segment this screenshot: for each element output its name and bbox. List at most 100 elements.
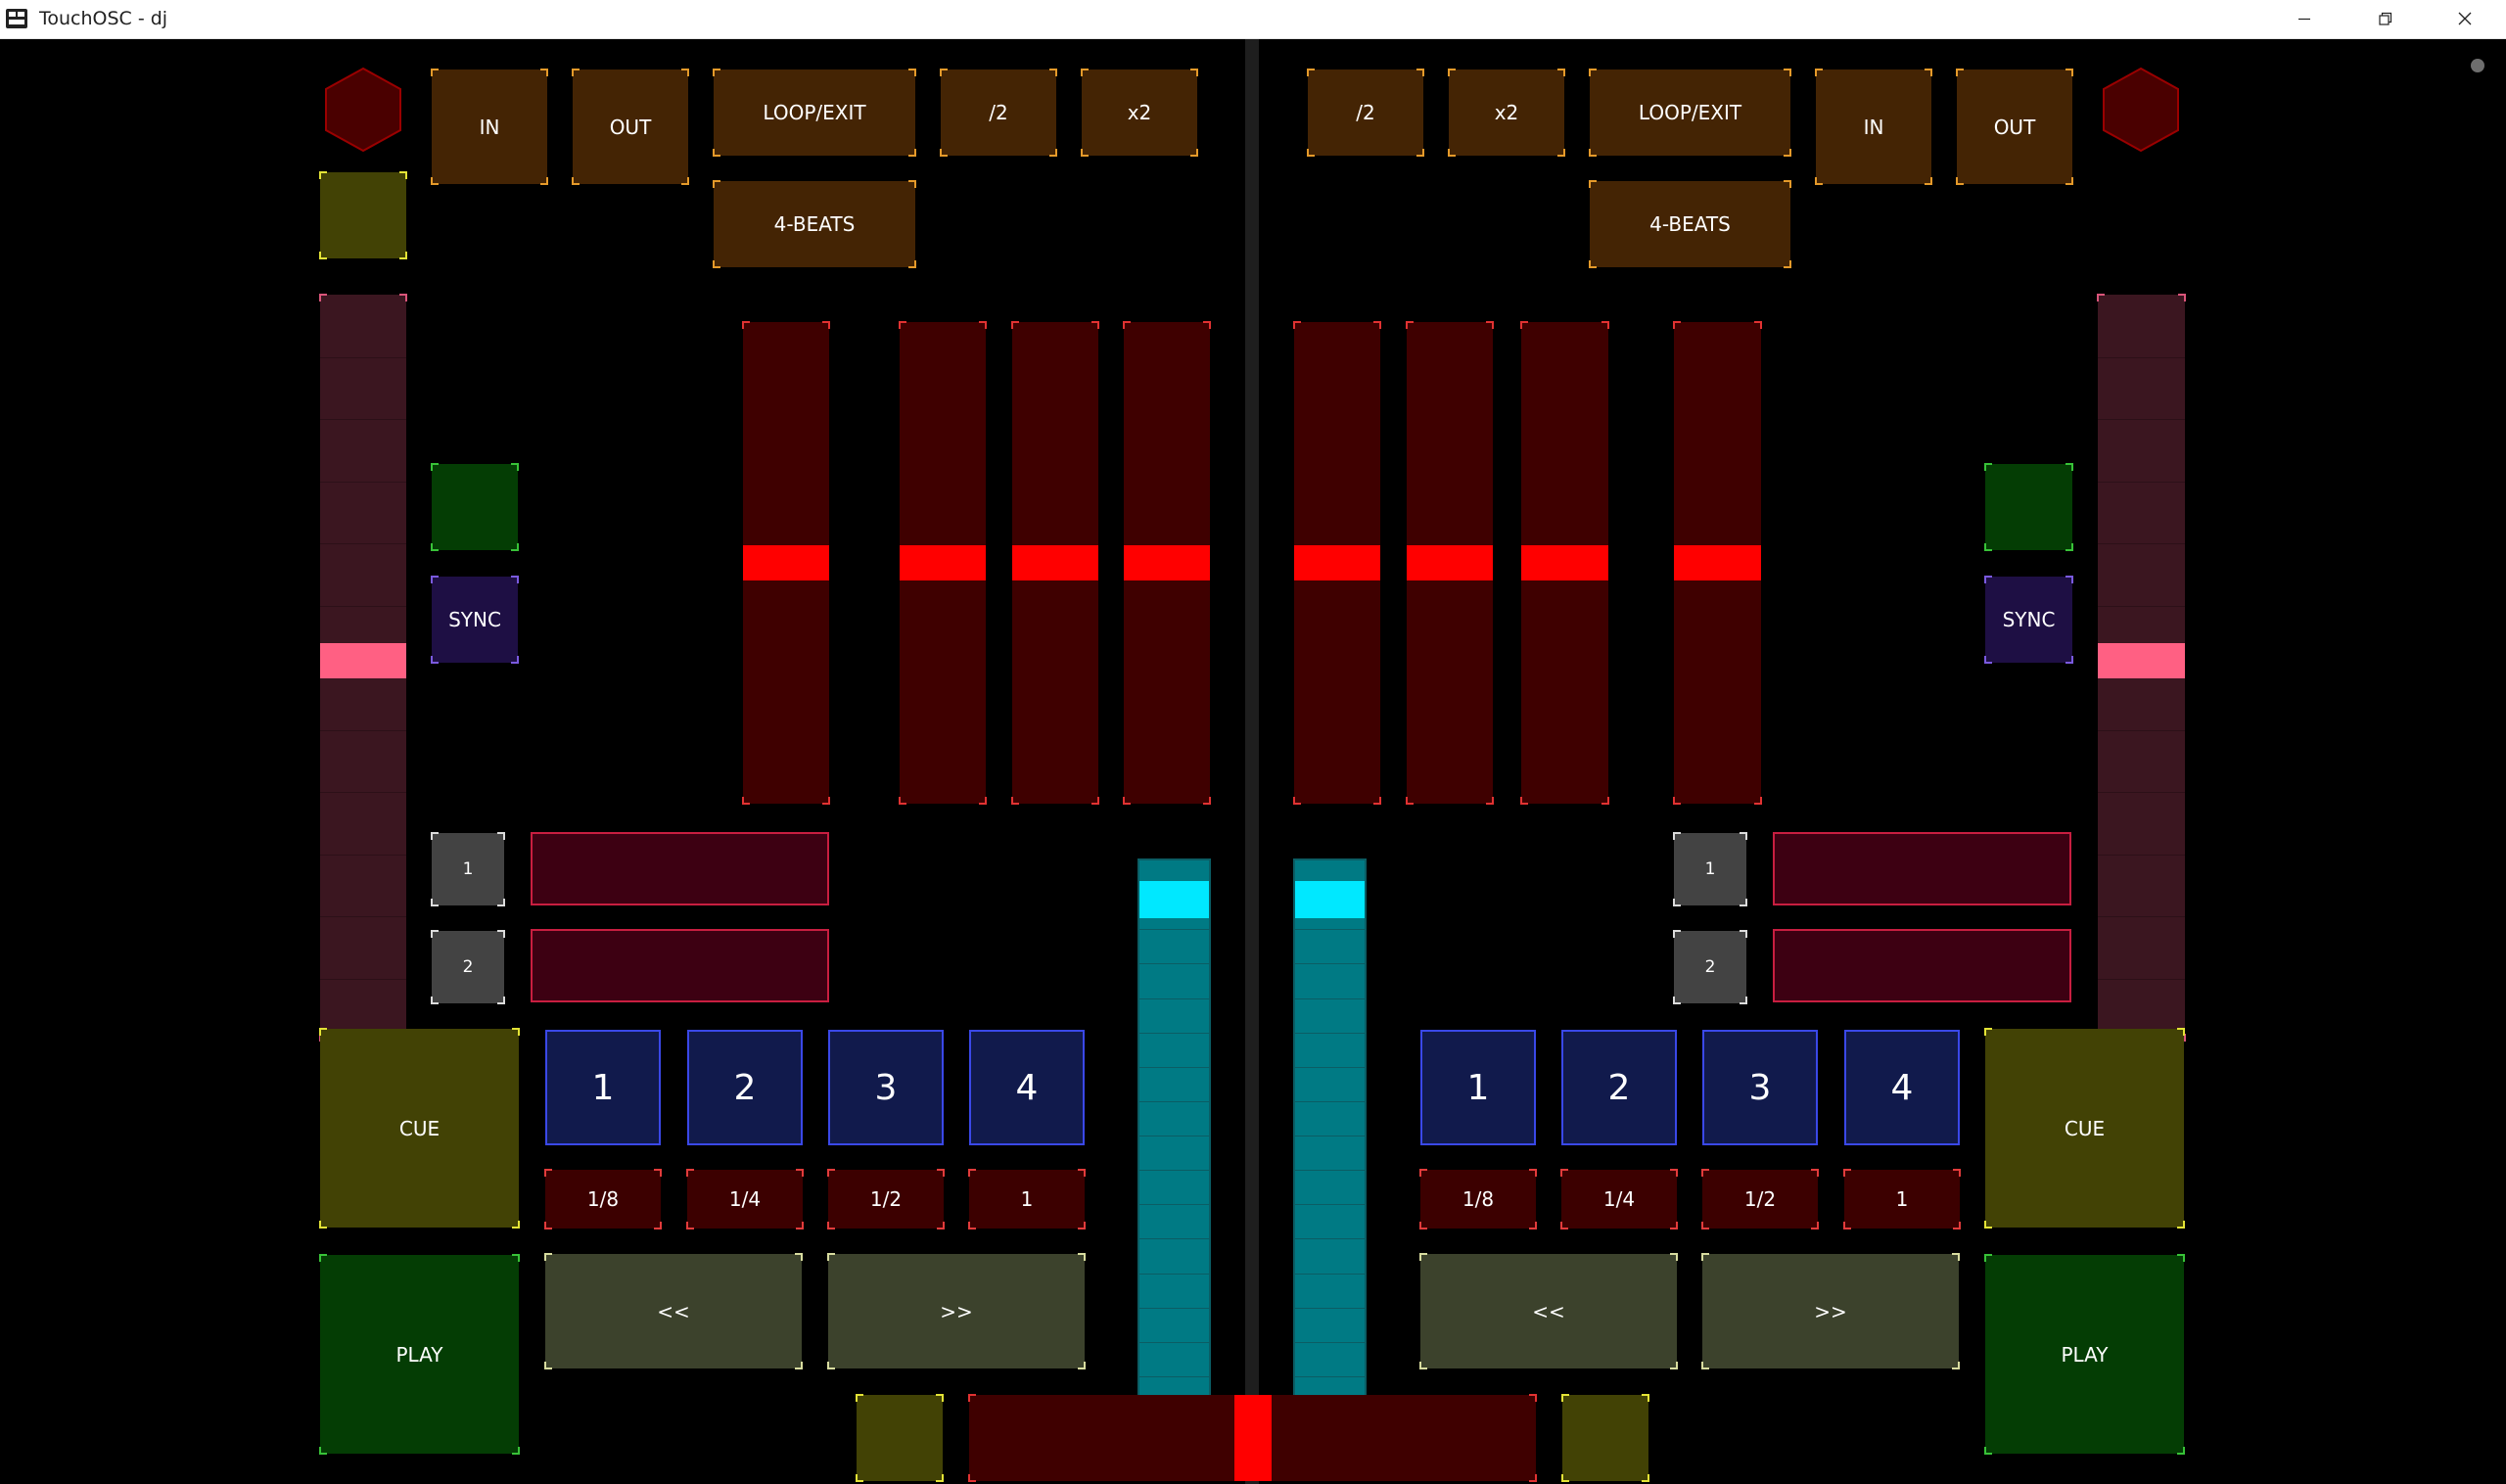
- fader-handle[interactable]: [1139, 881, 1209, 918]
- right-loop-exit-button[interactable]: LOOP/EXIT: [1589, 69, 1791, 157]
- right-loop-out-button[interactable]: OUT: [1956, 69, 2073, 185]
- corner-marker: [1203, 797, 1211, 805]
- left-eq-fader-1[interactable]: [742, 321, 830, 805]
- left-four-beats-button[interactable]: 4-BEATS: [713, 180, 916, 268]
- corner-marker: [742, 797, 750, 805]
- left-hotcue-1-button[interactable]: 1: [545, 1030, 661, 1145]
- right-beatjump-1-8-label: 1/8: [1462, 1187, 1495, 1211]
- left-fx-2-field[interactable]: [531, 929, 829, 1002]
- left-beatjump-1-2-button[interactable]: 1/2: [827, 1169, 945, 1229]
- left-pitch-fader[interactable]: [319, 294, 407, 1042]
- left-loop-double-button[interactable]: x2: [1081, 69, 1198, 157]
- restore-button[interactable]: [2345, 0, 2424, 38]
- left-cue-button[interactable]: CUE: [319, 1028, 520, 1229]
- right-volume-fader[interactable]: [1293, 858, 1367, 1409]
- right-four-beats-button[interactable]: 4-BEATS: [1589, 180, 1791, 268]
- crossfader-right-button[interactable]: [1561, 1394, 1649, 1482]
- fader-handle[interactable]: [320, 643, 406, 678]
- right-eq-fader-1[interactable]: [1293, 321, 1381, 805]
- left-volume-fader[interactable]: [1137, 858, 1211, 1409]
- fader-gridline: [320, 482, 406, 483]
- corner-marker: [1293, 797, 1301, 805]
- corner-marker: [936, 1394, 944, 1402]
- touchosc-layout-canvas: IN OUT LOOP/EXIT /2 x2 4-BEATS SYNC 1 2 …: [0, 39, 2506, 1484]
- right-beatjump-1-button[interactable]: 1: [1843, 1169, 1961, 1229]
- left-eq-fader-2[interactable]: [899, 321, 987, 805]
- left-beatjump-1-button[interactable]: 1: [968, 1169, 1086, 1229]
- crossfader-handle[interactable]: [1234, 1395, 1272, 1481]
- right-rewind-button[interactable]: <<: [1419, 1253, 1678, 1369]
- fader-gridline: [1139, 1101, 1209, 1102]
- left-green-button[interactable]: [431, 463, 519, 551]
- fader-handle[interactable]: [1295, 881, 1365, 918]
- right-cue-button[interactable]: CUE: [1984, 1028, 2185, 1229]
- right-hotcue-2-button[interactable]: 2: [1561, 1030, 1677, 1145]
- left-shift-button[interactable]: [319, 171, 407, 259]
- crossfader[interactable]: [968, 1394, 1537, 1482]
- corner-marker: [399, 294, 407, 301]
- left-beatjump-1-8-button[interactable]: 1/8: [544, 1169, 662, 1229]
- right-eq-fader-4[interactable]: [1673, 321, 1762, 805]
- left-play-button[interactable]: PLAY: [319, 1254, 520, 1455]
- fader-handle[interactable]: [1674, 545, 1761, 580]
- corner-marker: [1123, 797, 1131, 805]
- close-icon: [2458, 12, 2472, 25]
- fader-handle[interactable]: [1407, 545, 1493, 580]
- left-eq-fader-4[interactable]: [1123, 321, 1211, 805]
- fader-handle[interactable]: [2098, 643, 2185, 678]
- left-fx-2-button[interactable]: 2: [431, 930, 505, 1004]
- left-fx-1-button[interactable]: 1: [431, 832, 505, 906]
- right-loop-double-button[interactable]: x2: [1448, 69, 1565, 157]
- right-beatjump-1-2-button[interactable]: 1/2: [1701, 1169, 1819, 1229]
- fader-handle[interactable]: [743, 545, 829, 580]
- right-play-button[interactable]: PLAY: [1984, 1254, 2185, 1455]
- right-fx-1-field[interactable]: [1773, 832, 2071, 905]
- left-sync-button[interactable]: SYNC: [431, 576, 519, 664]
- right-beatjump-1-8-button[interactable]: 1/8: [1419, 1169, 1537, 1229]
- right-hotcue-4-button[interactable]: 4: [1844, 1030, 1960, 1145]
- fader-handle[interactable]: [1294, 545, 1380, 580]
- left-loop-in-button[interactable]: IN: [431, 69, 548, 185]
- fader-handle[interactable]: [900, 545, 986, 580]
- left-eq-fader-3[interactable]: [1011, 321, 1099, 805]
- corner-marker: [1984, 543, 1992, 551]
- left-fx-1-field[interactable]: [531, 832, 829, 905]
- left-forward-button[interactable]: >>: [827, 1253, 1086, 1369]
- fader-handle[interactable]: [1124, 545, 1210, 580]
- right-green-button[interactable]: [1984, 463, 2073, 551]
- right-eq-fader-2[interactable]: [1406, 321, 1494, 805]
- right-fx-2-button[interactable]: 2: [1673, 930, 1747, 1004]
- left-forward-label: >>: [940, 1299, 973, 1323]
- left-hotcue-4-button[interactable]: 4: [969, 1030, 1085, 1145]
- right-eq-fader-3[interactable]: [1520, 321, 1609, 805]
- right-forward-button[interactable]: >>: [1701, 1253, 1960, 1369]
- left-beatjump-1-4-button[interactable]: 1/4: [686, 1169, 804, 1229]
- left-loop-out-button[interactable]: OUT: [572, 69, 689, 185]
- right-beatjump-1-4-button[interactable]: 1/4: [1560, 1169, 1678, 1229]
- right-loop-half-button[interactable]: /2: [1307, 69, 1424, 157]
- left-hotcue-2-button[interactable]: 2: [687, 1030, 803, 1145]
- fader-gridline: [2098, 916, 2185, 917]
- left-rewind-button[interactable]: <<: [544, 1253, 803, 1369]
- right-loop-in-button[interactable]: IN: [1815, 69, 1932, 185]
- fader-gridline: [1295, 1170, 1365, 1171]
- right-sync-button[interactable]: SYNC: [1984, 576, 2073, 664]
- right-fx-1-button[interactable]: 1: [1673, 832, 1747, 906]
- corner-marker: [431, 463, 439, 471]
- fader-handle[interactable]: [1521, 545, 1608, 580]
- right-pitch-fader[interactable]: [2097, 294, 2186, 1042]
- right-sync-label: SYNC: [2002, 608, 2056, 631]
- close-button[interactable]: [2426, 0, 2504, 38]
- minimize-button[interactable]: [2265, 0, 2344, 38]
- left-loop-exit-button[interactable]: LOOP/EXIT: [713, 69, 916, 157]
- fader-gridline: [1295, 1067, 1365, 1068]
- right-hotcue-3-button[interactable]: 3: [1702, 1030, 1818, 1145]
- crossfader-left-button[interactable]: [856, 1394, 944, 1482]
- right-hotcue-1-button[interactable]: 1: [1420, 1030, 1536, 1145]
- right-deck-hexagon-button[interactable]: [2099, 66, 2183, 154]
- left-deck-hexagon-button[interactable]: [321, 66, 405, 154]
- left-loop-half-button[interactable]: /2: [940, 69, 1057, 157]
- left-hotcue-3-button[interactable]: 3: [828, 1030, 944, 1145]
- fader-handle[interactable]: [1012, 545, 1098, 580]
- right-fx-2-field[interactable]: [1773, 929, 2071, 1002]
